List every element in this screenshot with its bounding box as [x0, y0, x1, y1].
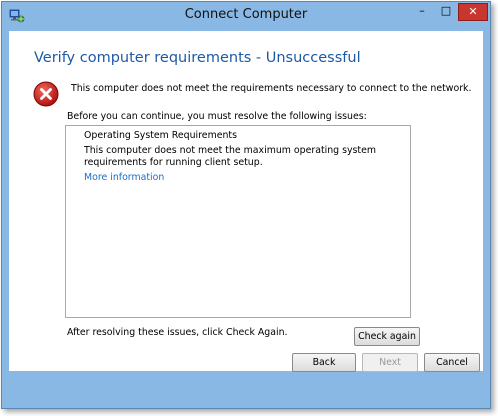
cancel-button[interactable]: Cancel: [424, 353, 480, 372]
more-information-link[interactable]: More information: [84, 172, 164, 183]
title-bar[interactable]: Connect Computer – □ ✕: [2, 2, 490, 30]
maximize-button[interactable]: □: [434, 3, 458, 21]
next-button[interactable]: Next: [362, 353, 418, 372]
wizard-content: Verify computer requirements - Unsuccess…: [9, 31, 483, 371]
error-message: This computer does not meet the requirem…: [71, 83, 472, 94]
minimize-button[interactable]: –: [410, 3, 434, 21]
close-button[interactable]: ✕: [458, 3, 488, 21]
page-title: Verify computer requirements - Unsuccess…: [34, 50, 361, 66]
issue-description: This computer does not meet the maximum …: [84, 145, 376, 168]
connect-computer-window: Connect Computer – □ ✕ Verify computer r…: [1, 1, 491, 409]
back-button[interactable]: Back: [292, 353, 356, 372]
issues-list: Operating System Requirements This compu…: [65, 125, 411, 318]
resolve-instructions: Before you can continue, you must resolv…: [67, 111, 367, 122]
issue-title: Operating System Requirements: [84, 130, 237, 141]
check-again-button[interactable]: Check again: [354, 327, 420, 346]
error-x-icon: [33, 81, 59, 107]
after-resolving-message: After resolving these issues, click Chec…: [67, 327, 288, 338]
